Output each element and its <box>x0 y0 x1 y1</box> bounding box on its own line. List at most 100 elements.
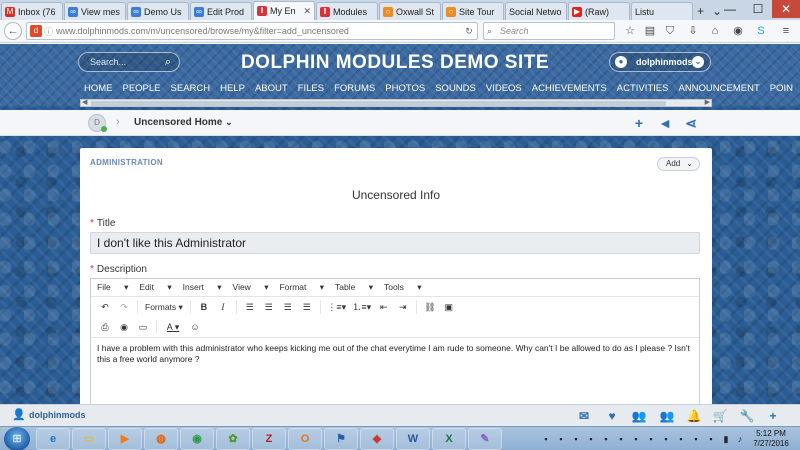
editor-menu-item[interactable]: View ▾ <box>233 282 269 293</box>
media-player-icon[interactable]: ▶ <box>108 428 142 450</box>
align-right-icon[interactable]: ☰ <box>280 299 296 315</box>
menu-item[interactable]: ACTIVITIES <box>617 83 669 94</box>
editor-menu-item[interactable]: Tools ▾ <box>384 282 421 293</box>
numbered-list-icon[interactable]: ⒈≡▾ <box>351 299 373 315</box>
chrome-icon[interactable]: ◉ <box>180 428 214 450</box>
browser-tab[interactable]: ‖ My En ✕ <box>253 1 315 20</box>
menu-item[interactable]: PEOPLE <box>123 83 161 94</box>
preview-icon[interactable]: ◉ <box>116 319 132 335</box>
megaphone-icon[interactable]: ◄ <box>657 115 673 131</box>
scrollbar-thumb[interactable] <box>91 101 666 106</box>
reload-icon[interactable]: ↻ <box>461 26 477 37</box>
undo-icon[interactable]: ↶ <box>97 299 113 315</box>
eraser-icon[interactable]: ◆ <box>360 428 394 450</box>
breadcrumb[interactable]: Uncensored Home ⌄ <box>134 117 233 128</box>
formats-dropdown[interactable]: Formats ▾ <box>145 302 183 313</box>
browser-tab[interactable]: ∞ Edit Prod <box>190 2 252 20</box>
filezilla-icon[interactable]: Z <box>252 428 286 450</box>
add-icon[interactable]: + <box>765 408 781 424</box>
menu-item[interactable]: HOME <box>84 83 113 94</box>
site-logo-icon[interactable]: D <box>88 114 107 132</box>
print-icon[interactable]: ⎙ <box>97 319 113 335</box>
add-dropdown-button[interactable]: Add ⌄ <box>657 157 700 171</box>
tray-icon[interactable]: ▪ <box>645 433 657 445</box>
tray-icon[interactable]: ▪ <box>555 433 567 445</box>
tray-icon[interactable]: ▪ <box>675 433 687 445</box>
tray-icon[interactable]: ▪ <box>630 433 642 445</box>
skype-icon[interactable]: S <box>753 22 769 40</box>
tray-icon[interactable]: ▪ <box>585 433 597 445</box>
menu-item[interactable]: FORUMS <box>334 83 375 94</box>
bottom-username[interactable]: dolphinmods <box>29 410 86 420</box>
menu-item[interactable]: ANNOUNCEMENT <box>678 83 759 94</box>
maximize-button[interactable]: ☐ <box>744 0 772 18</box>
mail-icon[interactable]: ✉ <box>576 408 592 424</box>
menu-item[interactable]: ABOUT <box>255 83 288 94</box>
align-center-icon[interactable]: ☰ <box>261 299 277 315</box>
paint-icon[interactable]: ✎ <box>468 428 502 450</box>
redo-icon[interactable]: ↷ <box>116 299 132 315</box>
heart-icon[interactable]: ♥ <box>604 408 620 424</box>
text-color-icon[interactable]: A ▾ <box>162 319 184 335</box>
editor-menu-item[interactable]: File ▾ <box>97 282 128 293</box>
scroll-left-icon[interactable]: ◀ <box>82 98 87 106</box>
pocket-icon[interactable]: ⛉ <box>662 22 678 40</box>
user-menu[interactable]: ● dolphinmods ⌄ <box>609 52 711 72</box>
share-icon[interactable]: ⋖ <box>683 115 699 131</box>
wrench-icon[interactable]: 🔧 <box>739 408 755 424</box>
downloads-icon[interactable]: ⇩ <box>685 22 701 40</box>
outdent-icon[interactable]: ⇤ <box>376 299 392 315</box>
site-identity-icon[interactable]: d <box>30 25 42 37</box>
media-icon[interactable]: ▭ <box>135 319 151 335</box>
align-left-icon[interactable]: ☰ <box>242 299 258 315</box>
outlook-icon[interactable]: O <box>288 428 322 450</box>
firefox-icon[interactable]: ◍ <box>144 428 178 450</box>
tray-icon[interactable]: ▪ <box>615 433 627 445</box>
menu-item[interactable]: SOUNDS <box>435 83 476 94</box>
tray-icon[interactable]: ▪ <box>600 433 612 445</box>
menu-item[interactable]: FILES <box>298 83 324 94</box>
tray-icon[interactable]: ▪ <box>540 433 552 445</box>
user-icon[interactable]: 👤 <box>12 409 26 421</box>
notifications-icon[interactable]: 🔔 <box>686 408 702 424</box>
system-clock[interactable]: 5:12 PM 7/27/2016 <box>748 429 794 449</box>
back-button[interactable]: ← <box>4 22 22 40</box>
address-bar[interactable]: d ⓘ www.dolphinmods.com/m/uncensored/bro… <box>26 22 478 40</box>
scroll-right-icon[interactable]: ▶ <box>705 98 710 106</box>
browser-tab[interactable]: ○ Oxwall St <box>379 2 441 20</box>
italic-icon[interactable]: I <box>215 299 231 315</box>
chat-icon[interactable]: ◉ <box>730 22 746 40</box>
indent-icon[interactable]: ⇥ <box>395 299 411 315</box>
bullet-list-icon[interactable]: ⋮≡▾ <box>326 299 348 315</box>
browser-search-input[interactable]: ⌕ Search <box>483 22 615 40</box>
browser-tab[interactable]: ∞ Demo Us <box>127 2 189 20</box>
start-button[interactable]: ⊞ <box>4 427 30 450</box>
image-icon[interactable]: ▣ <box>441 299 457 315</box>
frog-icon[interactable]: ✿ <box>216 428 250 450</box>
network-icon[interactable]: ⚑ <box>324 428 358 450</box>
new-tab-button[interactable]: + <box>693 2 708 20</box>
browser-tab[interactable]: M Inbox (76 <box>1 2 63 20</box>
menu-item[interactable]: POIN <box>770 83 793 94</box>
browser-tab[interactable]: ∞ View mes <box>64 2 126 20</box>
add-icon[interactable]: + <box>631 115 647 131</box>
editor-menu-item[interactable]: Edit ▾ <box>139 282 171 293</box>
title-input[interactable]: I don't like this Administrator <box>90 232 700 254</box>
menu-item[interactable]: VIDEOS <box>486 83 522 94</box>
network-status-icon[interactable]: ▮ <box>720 433 732 445</box>
browser-tab[interactable]: Social Netwo <box>505 2 567 20</box>
menu-item[interactable]: PHOTOS <box>385 83 425 94</box>
minimize-button[interactable]: — <box>716 0 744 18</box>
menu-scrollbar[interactable]: ◀ ▶ <box>80 99 712 107</box>
menu-item[interactable]: SEARCH <box>171 83 211 94</box>
browser-tab[interactable]: ▶ (Raw) <box>568 2 630 20</box>
browser-tab[interactable]: ‖ Modules <box>316 2 378 20</box>
excel-icon[interactable]: X <box>432 428 466 450</box>
browser-tab[interactable]: ○ Site Tour <box>442 2 504 20</box>
ie-icon[interactable]: e <box>36 428 70 450</box>
reading-list-icon[interactable]: ▤ <box>642 22 658 40</box>
browser-tab[interactable]: Listu <box>631 2 693 20</box>
link-icon[interactable]: ⛓ <box>422 299 438 315</box>
editor-body[interactable]: I have a problem with this administrator… <box>91 337 699 370</box>
site-search-input[interactable]: Search... ⌕ <box>78 52 180 72</box>
